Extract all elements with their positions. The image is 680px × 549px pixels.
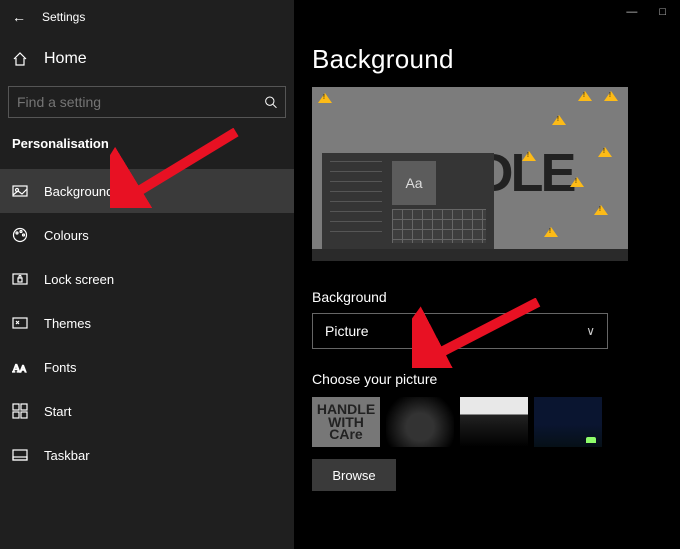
preview-start-panel: Aa xyxy=(322,153,494,249)
maximize-button[interactable]: □ xyxy=(659,6,666,18)
nav-item-start[interactable]: Start xyxy=(0,389,294,433)
thumbnail-4[interactable] xyxy=(534,397,602,447)
nav-item-themes[interactable]: Themes xyxy=(0,301,294,345)
nav-item-label: Lock screen xyxy=(44,272,114,287)
back-button[interactable]: ← xyxy=(12,9,26,25)
background-dropdown-label: Background xyxy=(312,289,662,305)
home-label: Home xyxy=(44,50,87,68)
nav-item-colours[interactable]: Colours xyxy=(0,213,294,257)
preview-taskbar xyxy=(312,249,628,261)
search-box[interactable] xyxy=(8,86,286,118)
picture-thumbnails: HANDLEWITHCAre xyxy=(312,397,662,447)
category-header: Personalisation xyxy=(0,118,294,153)
dropdown-value: Picture xyxy=(325,323,369,339)
palette-icon xyxy=(12,227,28,243)
picture-icon xyxy=(12,183,28,199)
nav-item-lock-screen[interactable]: Lock screen xyxy=(0,257,294,301)
thumbnail-3[interactable] xyxy=(460,397,528,447)
nav-item-label: Background xyxy=(44,184,113,199)
home-nav[interactable]: Home xyxy=(0,40,294,78)
themes-icon xyxy=(12,315,28,331)
chevron-down-icon: ∨ xyxy=(586,324,595,338)
nav-item-label: Taskbar xyxy=(44,448,90,463)
desktop-preview: HANDLE Aa xyxy=(312,87,628,261)
nav-item-label: Start xyxy=(44,404,71,419)
choose-picture-label: Choose your picture xyxy=(312,371,662,387)
lockscreen-icon xyxy=(12,271,28,287)
nav-item-label: Themes xyxy=(44,316,91,331)
app-title: Settings xyxy=(42,10,85,24)
nav-item-label: Colours xyxy=(44,228,89,243)
search-icon xyxy=(264,95,277,109)
svg-text:A: A xyxy=(20,364,26,374)
nav-item-taskbar[interactable]: Taskbar xyxy=(0,433,294,477)
browse-button[interactable]: Browse xyxy=(312,459,396,491)
preview-sample-tile: Aa xyxy=(392,161,436,205)
start-icon xyxy=(12,403,28,419)
nav-item-label: Fonts xyxy=(44,360,77,375)
nav-item-fonts[interactable]: AA Fonts xyxy=(0,345,294,389)
fonts-icon: AA xyxy=(12,359,28,375)
search-input[interactable] xyxy=(17,94,264,110)
background-dropdown[interactable]: Picture ∨ xyxy=(312,313,608,349)
thumbnail-2[interactable] xyxy=(386,397,454,447)
nav-item-background[interactable]: Background xyxy=(0,169,294,213)
minimize-button[interactable]: — xyxy=(626,6,637,18)
taskbar-icon xyxy=(12,447,28,463)
home-icon xyxy=(12,51,28,67)
page-heading: Background xyxy=(312,44,662,75)
thumbnail-1[interactable]: HANDLEWITHCAre xyxy=(312,397,380,447)
